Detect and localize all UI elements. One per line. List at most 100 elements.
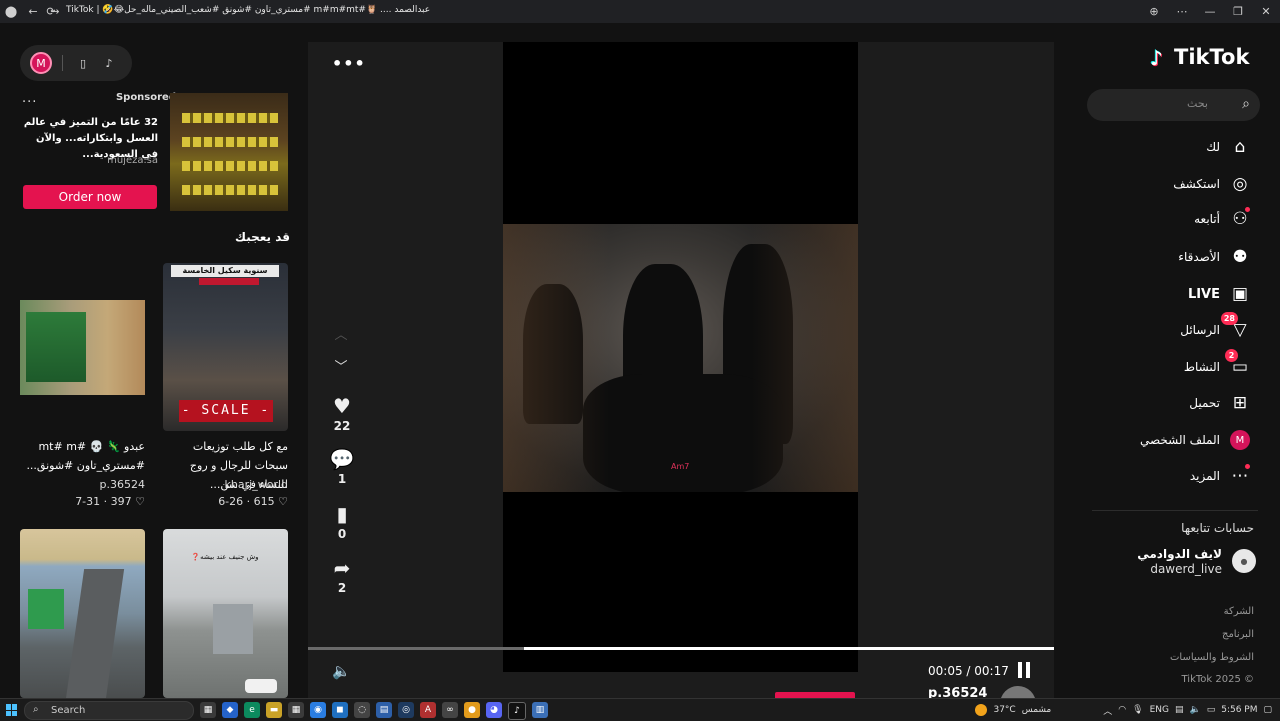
lang-indicator[interactable]: ENG xyxy=(1150,705,1169,715)
video-thumbnail[interactable]: سنوية سكيل الخامسة - SCALE - xyxy=(163,263,288,431)
nav-explore[interactable]: استكشف ◎ xyxy=(1100,170,1256,200)
mic-icon[interactable]: 🎙 xyxy=(1132,705,1143,715)
ad-menu-icon[interactable]: ... xyxy=(22,91,37,106)
next-video-user[interactable]: p.36524 xyxy=(928,686,987,698)
video-frame[interactable]: Am7 xyxy=(503,224,858,492)
nav-label: المزيد xyxy=(1189,469,1220,483)
reload-icon[interactable]: ⟳ xyxy=(40,0,62,23)
next-video-strip[interactable]: p.36524 xyxy=(308,686,1054,698)
footer-program[interactable]: البرنامج xyxy=(1100,629,1254,640)
app-icon[interactable]: ▥ xyxy=(532,702,548,718)
nav-messages[interactable]: الرسائل ▽ 28 xyxy=(1100,312,1256,346)
minimize-icon[interactable]: — xyxy=(1196,0,1224,23)
tiktok-logo[interactable]: ♪ TikTok xyxy=(1150,45,1249,70)
chevron-up-icon[interactable]: ︿ xyxy=(326,324,356,343)
weather-icon xyxy=(975,704,988,716)
pause-icon[interactable] xyxy=(1018,662,1032,678)
speaker-icon[interactable]: 🔈 xyxy=(1189,705,1200,715)
browser-titlebar: ⬤ ← → ⟳ TikTok | 🤣😂مستري_تاون #شونق #شعب… xyxy=(0,0,1280,24)
followed-account[interactable]: لايف الدوادمي dawerd_live ● xyxy=(1100,545,1256,581)
video-caption[interactable]: عبدو 🦎 💀 #mt# m #مستري_تاون #شونق... xyxy=(15,437,145,475)
system-tray: 37°C مشمس ︿ ◠ 🎙 ENG ▤ 🔈 ▭ 5:56 PM ▢ xyxy=(975,699,1280,721)
comment-button[interactable]: 💬 1 xyxy=(321,447,363,486)
nav-for-you[interactable]: لك ⌂ xyxy=(1100,133,1256,163)
close-icon[interactable]: ✕ xyxy=(1252,0,1280,23)
app-icon[interactable]: ◼ xyxy=(332,702,348,718)
network-icon[interactable]: ▤ xyxy=(1175,705,1184,715)
nav-label: LIVE xyxy=(1187,287,1220,302)
tiktok-app-icon[interactable]: ♪ xyxy=(508,702,526,720)
nav-label: أتابعه xyxy=(1194,212,1220,226)
search-input[interactable]: بحث ⌕ xyxy=(1087,89,1260,121)
order-now-button[interactable]: Order now xyxy=(23,185,157,209)
app-icon[interactable]: ▤ xyxy=(376,702,392,718)
clock[interactable]: 5:56 PM xyxy=(1221,705,1257,715)
task-view-icon[interactable]: ▦ xyxy=(200,702,216,718)
video-thumbnail[interactable] xyxy=(20,529,145,698)
nav-label: الرسائل xyxy=(1180,323,1220,337)
nav-following[interactable]: أتابعه ⚇ xyxy=(1100,205,1256,235)
save-count: 0 xyxy=(337,527,347,541)
ad-image[interactable] xyxy=(170,93,288,211)
phone-icon[interactable]: ▯ xyxy=(73,53,93,73)
time-display: 00:05 / 00:17 xyxy=(928,664,1009,678)
windows-start-icon[interactable] xyxy=(6,704,18,716)
app-icon[interactable]: ◌ xyxy=(354,702,370,718)
ad-domain[interactable]: mujeza.sa xyxy=(82,155,158,166)
search-placeholder: بحث xyxy=(1187,97,1208,110)
like-button[interactable]: ♥ 22 xyxy=(321,394,363,433)
edge-icon[interactable]: e xyxy=(244,702,260,718)
app-icon[interactable]: ◉ xyxy=(310,702,326,718)
nav-friends[interactable]: الأصدقاء ⚉ xyxy=(1100,243,1256,273)
footer-company[interactable]: الشركة xyxy=(1100,606,1254,617)
weather-desc[interactable]: مشمس xyxy=(1022,705,1052,715)
comment-count: 1 xyxy=(337,472,347,486)
weather-temp[interactable]: 37°C xyxy=(993,705,1015,715)
taskbar-search-label: Search xyxy=(51,705,86,716)
share-button[interactable]: ➦ 2 xyxy=(321,556,363,595)
app-icon[interactable]: ∞ xyxy=(442,702,458,718)
more-options-icon[interactable]: ••• xyxy=(332,54,366,73)
messages-badge: 28 xyxy=(1220,312,1238,325)
notification-dot xyxy=(1245,207,1250,212)
video-player[interactable]: ••• Am7 ︿ ﹀ ♥ 22 💬 1 ▮ 0 ➦ 2 🔈 00:05 / 0… xyxy=(308,42,1054,698)
next-video-avatar[interactable] xyxy=(1000,686,1036,698)
menu-icon[interactable]: ⋯ xyxy=(1168,0,1196,23)
video-thumbnail[interactable] xyxy=(20,300,145,395)
browser-logo-icon: ⬤ xyxy=(4,5,18,18)
like-count: 22 xyxy=(333,419,351,433)
chevron-down-icon[interactable]: ﹀ xyxy=(326,356,356,375)
app-icon[interactable]: ● xyxy=(464,702,480,718)
save-button[interactable]: ▮ 0 xyxy=(321,502,363,541)
video-author[interactable]: p.36524 xyxy=(15,478,145,491)
nav-live[interactable]: LIVE ▣ xyxy=(1100,280,1256,310)
search-icon[interactable]: ⌕ xyxy=(1242,96,1250,112)
compass-icon: ◎ xyxy=(1232,174,1248,194)
folder-icon[interactable]: ▬ xyxy=(266,702,282,718)
wifi-icon[interactable]: ◠ xyxy=(1118,705,1126,715)
app-icon[interactable]: ▦ xyxy=(288,702,304,718)
chevron-up-icon[interactable]: ︿ xyxy=(1103,704,1112,717)
notification-icon[interactable]: ▢ xyxy=(1263,705,1272,715)
volume-icon[interactable]: 🔈 xyxy=(332,662,351,680)
nav-activity[interactable]: النشاط ▭ 2 xyxy=(1100,349,1256,383)
app-icon[interactable]: A xyxy=(420,702,436,718)
nav-label: الأصدقاء xyxy=(1178,250,1220,264)
windows-taskbar: ⌕ Search ▦ ◆ e ▬ ▦ ◉ ◼ ◌ ▤ ◎ A ∞ ● ◕ ♪ ▥… xyxy=(0,698,1280,721)
battery-icon[interactable]: ▭ xyxy=(1207,705,1216,715)
user-avatar[interactable]: M xyxy=(30,52,52,74)
discord-icon[interactable]: ◕ xyxy=(486,702,502,718)
restore-icon[interactable]: ❐ xyxy=(1224,0,1252,23)
nav-label: تحميل xyxy=(1189,396,1220,410)
taskbar-search[interactable]: ⌕ Search xyxy=(24,701,194,720)
video-thumbnail[interactable]: وش جنيف عند بيشه❓ xyxy=(163,529,288,698)
tiktok-icon[interactable]: ♪ xyxy=(99,53,119,73)
video-author[interactable]: kharj_world xyxy=(158,478,288,491)
nav-upload[interactable]: تحميل ⊞ xyxy=(1100,389,1256,419)
nav-more[interactable]: المزيد ⋯ xyxy=(1100,462,1256,492)
footer-terms[interactable]: الشروط والسياسات xyxy=(1100,652,1254,663)
nav-profile[interactable]: الملف الشخصي M xyxy=(1100,426,1256,456)
steam-icon[interactable]: ◎ xyxy=(398,702,414,718)
zoom-icon[interactable]: ⊕ xyxy=(1140,0,1168,23)
app-icon[interactable]: ◆ xyxy=(222,702,238,718)
